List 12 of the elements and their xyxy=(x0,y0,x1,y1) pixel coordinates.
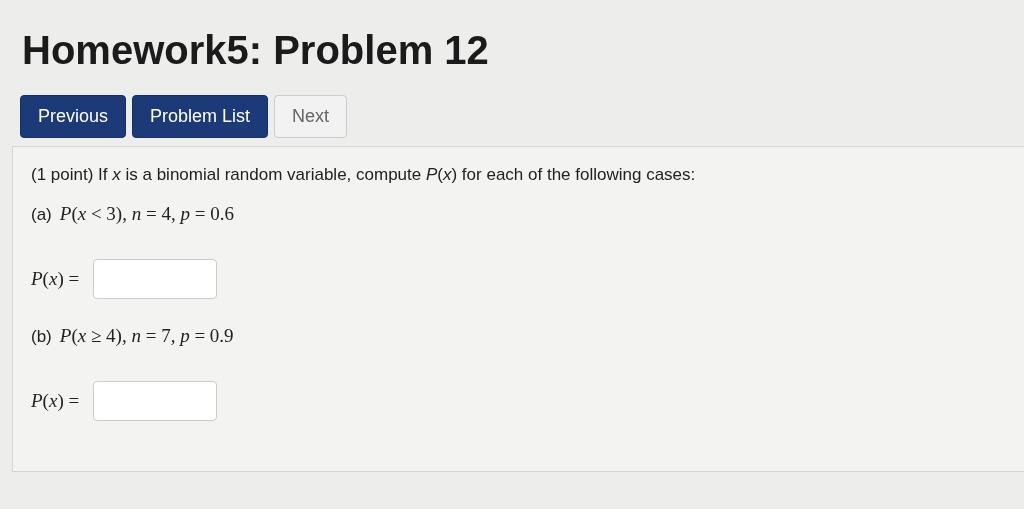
problem-text: (1 point) If x is a binomial random variable, compute P(x) for each of the following cases: xyxy=(31,165,697,185)
answer-field[interactable] xyxy=(93,259,218,299)
answer-field[interactable] xyxy=(93,381,218,421)
page-title: Homework5: Problem 12 xyxy=(22,28,490,73)
answer-label: P(x) = xyxy=(31,268,80,290)
part-label: (b) xyxy=(31,327,52,347)
answer-label: P(x) = xyxy=(31,390,80,412)
part-expression: P(x ≥ 4), n = 7, p = 0.9 xyxy=(59,325,234,347)
nav-button[interactable]: Previous xyxy=(20,95,127,138)
part-expression: P(x < 3), n = 4, p = 0.6 xyxy=(59,203,234,225)
nav-button[interactable]: Problem List xyxy=(132,95,269,138)
part-label: (a) xyxy=(31,205,52,225)
